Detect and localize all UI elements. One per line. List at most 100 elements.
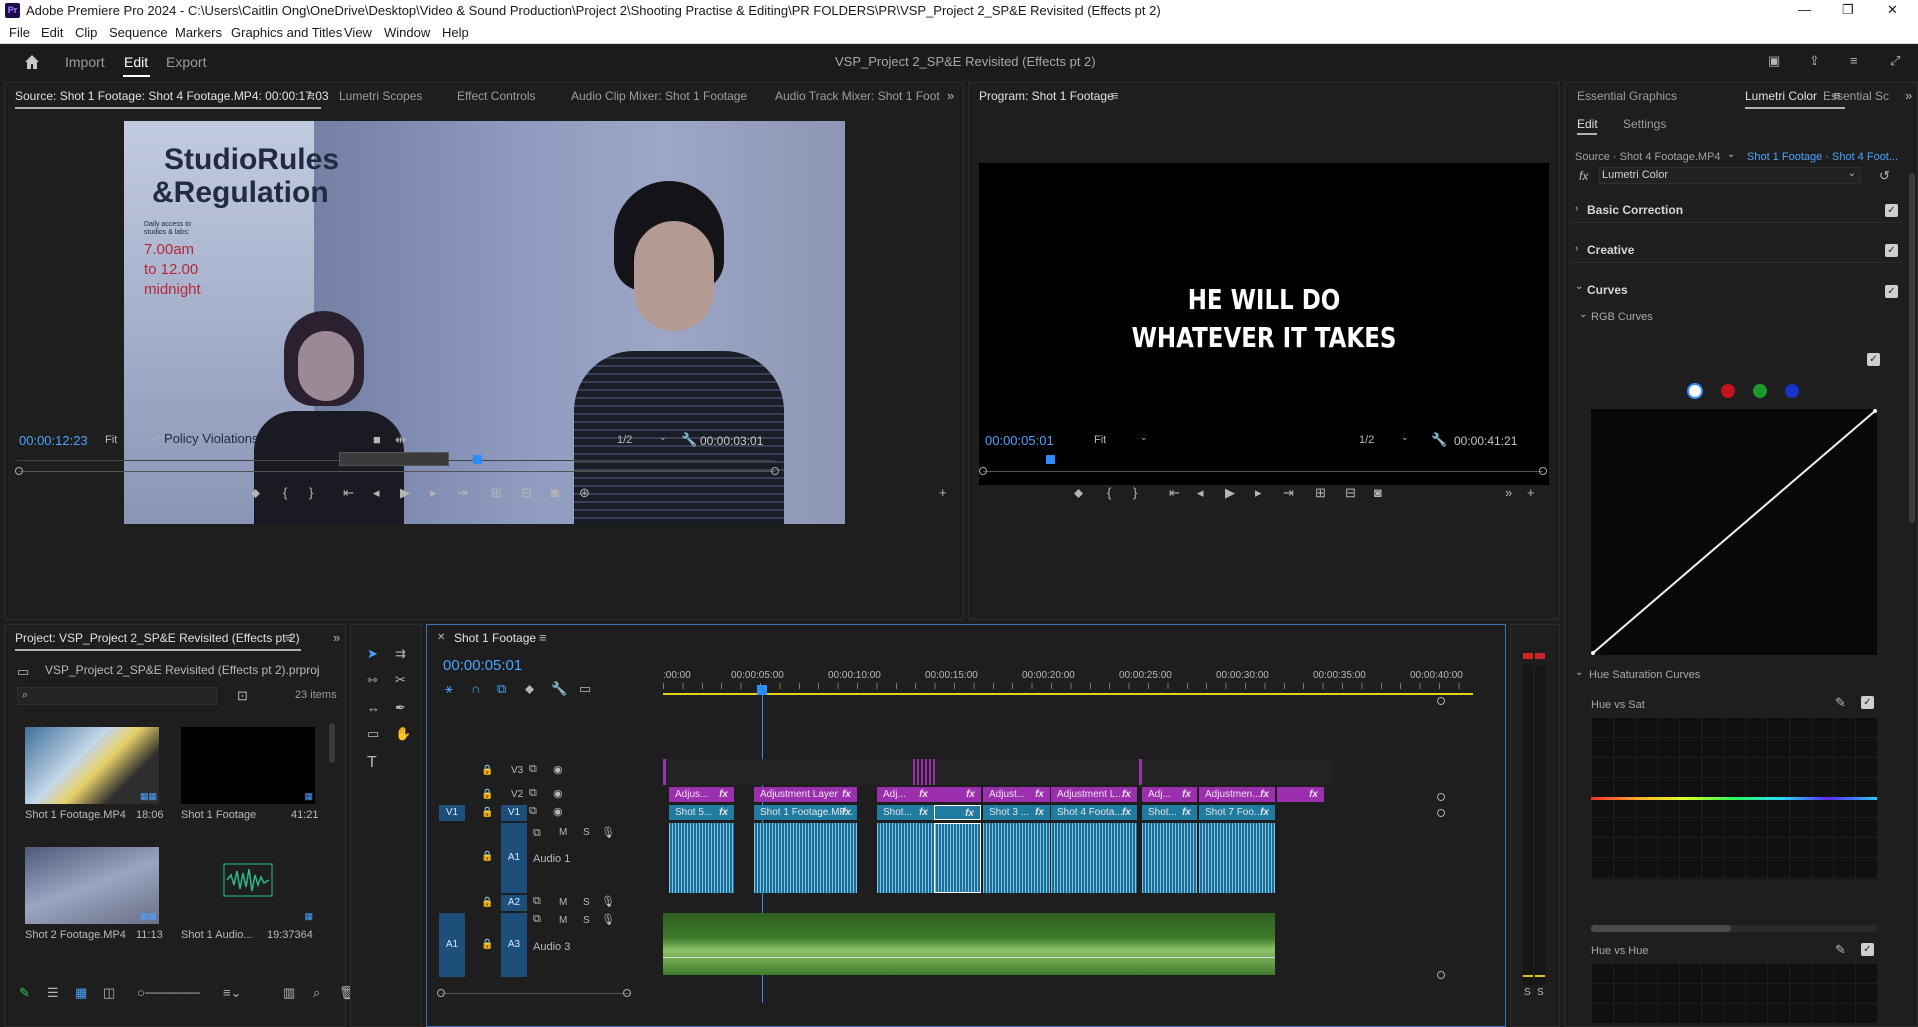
find-icon[interactable]: ⌕ [313, 985, 320, 1001]
go-to-in-icon[interactable]: ⇤ [343, 485, 354, 501]
track-target-a1[interactable]: A1 [501, 823, 527, 893]
panel-menu-icon[interactable]: ≡ [307, 89, 315, 102]
eye-icon[interactable]: ◉ [553, 787, 563, 800]
insert-overwrite-icon[interactable]: ⇹ [395, 433, 406, 446]
program-timecode[interactable]: 00:00:05:01 [985, 433, 1054, 448]
snap-icon[interactable]: ∩ [471, 681, 480, 696]
tab-effect-controls[interactable]: Effect Controls [457, 89, 535, 103]
pencil-icon[interactable]: ✎ [19, 985, 30, 1001]
type-tool-icon[interactable]: T [367, 755, 377, 771]
program-fit-select[interactable]: Fit ⌄ [1094, 432, 1154, 448]
eyedropper-icon[interactable]: ✎ [1835, 943, 1846, 956]
eye-icon[interactable]: ◉ [553, 763, 563, 776]
add-marker-icon[interactable]: ⬥ [1074, 485, 1083, 501]
section-basic-correction[interactable]: › Basic Correction [1569, 195, 1903, 223]
sort-icon[interactable]: ≡⌄ [223, 985, 241, 1001]
audio-clip-music[interactable] [663, 913, 1275, 975]
track-header-v1[interactable]: V1 🔒 V1 ⧉ ◉ [431, 805, 661, 821]
pen-tool-icon[interactable]: ✒ [395, 701, 406, 714]
sync-icon[interactable]: ⧉ [533, 913, 541, 926]
mark-out-icon[interactable]: } [309, 485, 313, 500]
vertical-zoom-handle[interactable] [1437, 697, 1445, 705]
solo-left-button[interactable]: S [1524, 987, 1531, 998]
effect-select[interactable]: Lumetri Color ⌄ [1599, 167, 1861, 184]
insert-icon[interactable]: ⊞ [491, 485, 502, 501]
timeline-horizontal-scrollbar[interactable] [441, 993, 631, 994]
timeline-settings-icon[interactable]: 🔧 [551, 681, 567, 697]
track-header-v3[interactable]: 🔒 V3 ⧉ ◉ [431, 759, 661, 785]
project-item[interactable]: ▦ Shot 1 Footage 41:21 [181, 727, 319, 822]
lock-icon[interactable]: 🔒 [481, 897, 493, 908]
track-header-v2[interactable]: 🔒 V2 ⧉ ◉ [431, 787, 661, 803]
vertical-zoom-handle[interactable] [1437, 793, 1445, 801]
close-tab-icon[interactable]: ✕ [437, 633, 445, 643]
microphone-icon[interactable]: 🎙 [601, 826, 615, 839]
zoom-slider-icon[interactable]: ○────── [137, 985, 200, 1000]
step-back-icon[interactable]: ◂ [1197, 485, 1204, 501]
basic-correction-checkbox[interactable]: ✓ [1885, 204, 1898, 217]
adjustment-clip[interactable]: Adj... fx [877, 787, 934, 802]
go-to-out-icon[interactable]: ⇥ [457, 485, 468, 501]
panel-menu-icon[interactable]: ≡ [539, 631, 547, 644]
source-timecode[interactable]: 00:00:12:23 [19, 433, 88, 448]
step-forward-icon[interactable]: ▸ [1255, 485, 1262, 501]
menu-markers[interactable]: Markers [175, 25, 222, 40]
adjustment-clip[interactable]: Adjustmen... fx [1199, 787, 1275, 802]
tab-program[interactable]: Program: Shot 1 Footage [979, 89, 1114, 103]
video-clip[interactable]: Shot... fx [877, 805, 934, 820]
project-item[interactable]: ▦▦ Shot 1 Footage.MP4 18:06 [25, 727, 164, 822]
video-clip[interactable]: Shot 3 ... fx [983, 805, 1050, 820]
track-header-a3[interactable]: A1 🔒 A3 ⧉ M S 🎙 Audio 3 [431, 913, 661, 977]
menu-window[interactable]: Window [384, 25, 430, 40]
microphone-icon[interactable]: 🎙 [601, 895, 615, 908]
timeline-playhead-head[interactable] [757, 685, 767, 695]
rgb-curves-header[interactable]: ⌄ RGB Curves [1575, 309, 1775, 327]
subtab-settings[interactable]: Settings [1623, 117, 1666, 131]
timeline-scroll-start[interactable] [437, 989, 445, 997]
panel-menu-icon[interactable]: ≡ [1111, 89, 1119, 102]
track-select-tool-icon[interactable]: ⇉ [395, 647, 406, 660]
camera-icon[interactable]: ◙ [1374, 485, 1382, 500]
source-fit-select[interactable]: Fit ⌄ [105, 432, 165, 448]
tab-audio-clip-mixer[interactable]: Audio Clip Mixer: Shot 1 Footage [571, 89, 747, 103]
channel-white[interactable] [1687, 383, 1703, 399]
solo-button[interactable]: S [583, 915, 590, 926]
audio-clip[interactable] [754, 823, 857, 893]
selection-tool-icon[interactable]: ➤ [367, 647, 378, 660]
menu-clip[interactable]: Clip [75, 25, 97, 40]
timeline-ruler[interactable]: :00:00 00:00:05:00 00:00:10:00 00:00:15:… [663, 663, 1473, 697]
sync-icon[interactable]: ⧉ [533, 895, 541, 908]
solo-button[interactable]: S [583, 897, 590, 908]
tab-essential-sound[interactable]: Essential Sc [1823, 89, 1889, 103]
linked-selection-icon[interactable]: ⧉ [497, 681, 506, 697]
lock-icon[interactable]: 🔒 [481, 807, 493, 818]
workspace-export[interactable]: Export [166, 54, 206, 70]
wrench-icon[interactable]: 🔧 [681, 433, 697, 446]
track-target-a3[interactable]: A3 [501, 913, 527, 977]
project-search-input[interactable]: ⌕ [17, 687, 217, 705]
mute-button[interactable]: M [559, 897, 567, 908]
add-button-icon[interactable]: + [1527, 485, 1535, 500]
menu-view[interactable]: View [344, 25, 372, 40]
maximize-icon[interactable]: ❐ [1842, 2, 1854, 18]
microphone-icon[interactable]: 🎙 [601, 913, 615, 926]
hue-sat-curves-header[interactable]: ⌄ Hue Saturation Curves [1569, 667, 1869, 685]
extract-icon[interactable]: ⊟ [1345, 485, 1356, 501]
more-tabs-icon[interactable]: » [333, 631, 340, 644]
source-scrubber-end[interactable] [771, 467, 779, 475]
source-playhead[interactable] [473, 455, 482, 464]
share-icon[interactable]: ⇪ [1809, 54, 1820, 67]
go-to-out-icon[interactable]: ⇥ [1283, 485, 1294, 501]
eye-icon[interactable]: ◉ [553, 805, 563, 818]
menu-help[interactable]: Help [442, 25, 469, 40]
nest-icon[interactable]: ⚹ [445, 681, 453, 697]
tab-lumetri-scopes[interactable]: Lumetri Scopes [339, 89, 422, 103]
track-target-a2[interactable]: A2 [501, 895, 527, 911]
hue-vs-sat-graph[interactable] [1591, 717, 1877, 879]
mark-in-icon[interactable]: { [283, 485, 287, 500]
more-icon[interactable]: » [1505, 485, 1512, 500]
source-scrubber-track[interactable] [19, 471, 775, 472]
video-clip[interactable]: Shot 4 Foota... fx [1051, 805, 1137, 820]
rgb-curve-graph[interactable] [1591, 409, 1877, 655]
overwrite-icon[interactable]: ⊟ [521, 485, 532, 501]
